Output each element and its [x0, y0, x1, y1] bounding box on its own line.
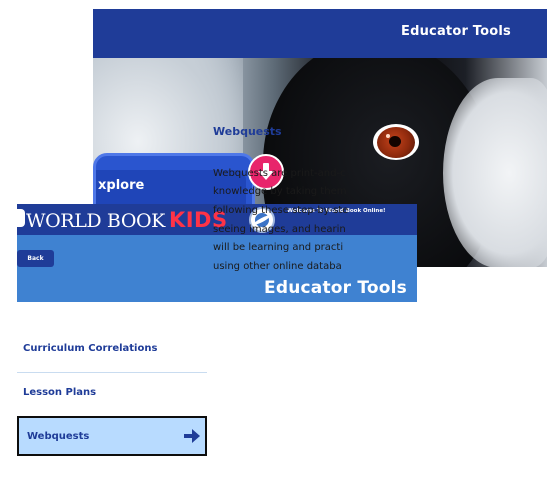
- background-header: Educator Tools: [93, 9, 547, 58]
- logo-mark-icon: [17, 209, 25, 227]
- world-book-kids-logo[interactable]: WORLD BOOK KIDS: [17, 208, 228, 232]
- body-text-line: seeing images, and hearin: [213, 224, 346, 235]
- body-text-line: Webquests are print-and-c: [213, 168, 346, 179]
- sidebar-item-lesson-plans[interactable]: Lesson Plans: [17, 372, 207, 412]
- sidebar-item-curriculum-correlations[interactable]: Curriculum Correlations: [17, 328, 207, 368]
- background-header-title: Educator Tools: [401, 24, 511, 39]
- body-text-line: following these step-by-ste: [213, 205, 349, 216]
- main-content: Webquests Webquests are print-and-c know…: [213, 116, 400, 294]
- back-button[interactable]: Back: [17, 250, 54, 267]
- sidebar-item-label: Curriculum Correlations: [23, 342, 158, 354]
- sidebar-item-label: Lesson Plans: [23, 387, 97, 398]
- logo-world-book-text: WORLD BOOK: [26, 210, 165, 232]
- body-text-line: knowledge by taking them: [213, 186, 347, 197]
- explore-card-label: xplore: [98, 178, 145, 193]
- arrow-right-icon: [184, 429, 200, 443]
- body-text-line: will be learning and practi: [213, 242, 344, 253]
- sidebar-item-label: Webquests: [27, 430, 90, 442]
- sidebar-item-webquests[interactable]: Webquests: [17, 416, 207, 456]
- section-title: Webquests: [213, 125, 282, 138]
- body-text-line: using other online databa: [213, 261, 342, 272]
